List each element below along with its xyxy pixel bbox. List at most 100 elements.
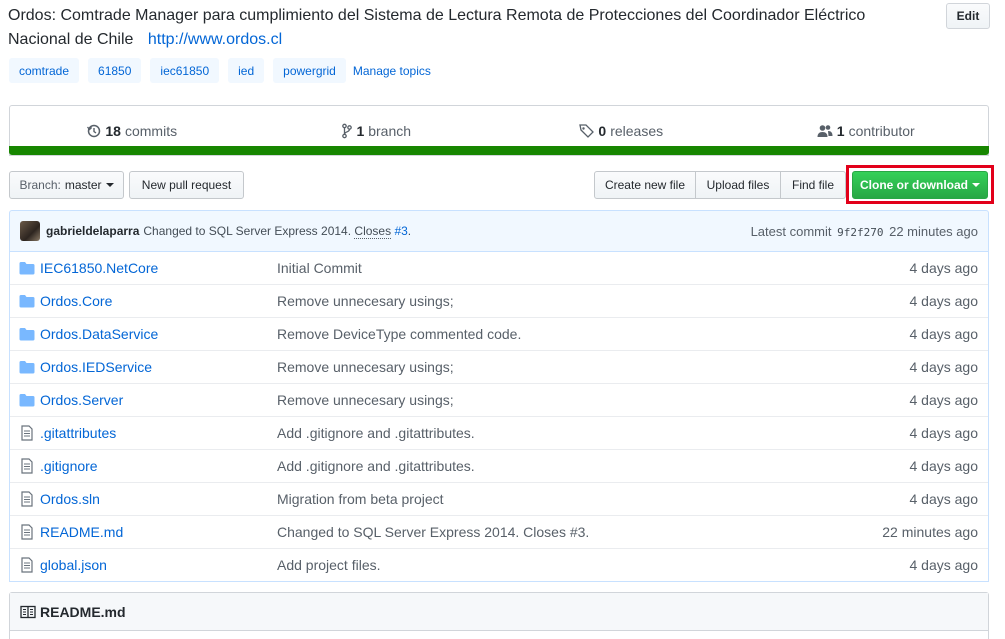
book-icon	[20, 605, 36, 618]
avatar[interactable]	[20, 221, 40, 241]
file-age: 4 days ago	[909, 359, 979, 375]
file-commit-message-link[interactable]: Remove unnecesary usings;	[277, 359, 848, 375]
folder-icon	[10, 327, 40, 341]
file-name-link[interactable]: .gitattributes	[40, 425, 277, 441]
file-row: .gitignore Add .gitignore and .gitattribu…	[10, 449, 988, 482]
create-new-file-button[interactable]: Create new file	[594, 171, 696, 199]
tag-icon	[579, 123, 595, 138]
people-icon	[817, 124, 833, 137]
latest-commit-bar: gabrieldelaparra Changed to SQL Server E…	[9, 210, 989, 252]
file-commit-message-link[interactable]: Remove DeviceType commented code.	[277, 326, 848, 342]
folder-icon	[10, 360, 40, 374]
latest-commit-prefix: Latest commit	[750, 223, 832, 239]
topic-tag[interactable]: ied	[228, 58, 265, 83]
topic-tag[interactable]: comtrade	[9, 58, 80, 83]
file-age: 4 days ago	[909, 458, 979, 474]
file-commit-message-link[interactable]: Migration from beta project	[277, 491, 848, 507]
file-name-link[interactable]: Ordos.Core	[40, 293, 277, 309]
file-age: 4 days ago	[909, 557, 979, 573]
edit-description-button[interactable]: Edit	[946, 3, 990, 29]
file-name-link[interactable]: Ordos.IEDService	[40, 359, 277, 375]
language-bar[interactable]	[9, 146, 989, 155]
contributor-count: 1	[836, 122, 845, 139]
file-name-link[interactable]: global.json	[40, 557, 277, 573]
latest-commit-info: Latest commit 9f2f270 22 minutes ago	[751, 224, 978, 239]
commit-issue-link[interactable]: #3	[394, 224, 407, 238]
readme-title[interactable]: README.md	[40, 604, 126, 620]
file-name-link[interactable]: Ordos.sln	[40, 491, 277, 507]
file-commit-message-link[interactable]: Add project files.	[277, 557, 848, 573]
topic-tag[interactable]: iec61850	[150, 58, 220, 83]
history-icon	[87, 124, 101, 137]
file-commit-message-link[interactable]: Remove unnecesary usings;	[277, 392, 848, 408]
folder-icon	[10, 294, 40, 308]
commit-author-link[interactable]: gabrieldelaparra	[46, 224, 139, 238]
folder-icon	[10, 261, 40, 275]
file-row: README.md Changed to SQL Server Express 2…	[10, 515, 988, 548]
contributor-label: contributor	[848, 122, 915, 139]
file-row: Ordos.Server Remove unnecesary usings; 4 d…	[10, 383, 988, 416]
file-age: 4 days ago	[909, 425, 979, 441]
readme-header: README.md	[10, 593, 988, 631]
file-icon	[10, 557, 40, 573]
topic-tag[interactable]: powergrid	[273, 58, 346, 83]
file-commit-message-link[interactable]: Add .gitignore and .gitattributes.	[277, 425, 848, 441]
branch-select-button[interactable]: Branch: master	[9, 171, 124, 199]
readme-panel: README.md	[9, 592, 989, 639]
file-name-link[interactable]: IEC61850.NetCore	[40, 260, 277, 276]
file-age: 4 days ago	[909, 392, 979, 408]
file-name-link[interactable]: .gitignore	[40, 458, 277, 474]
file-age: 22 minutes ago	[882, 524, 978, 540]
find-file-button[interactable]: Find file	[780, 171, 846, 199]
file-row: Ordos.Core Remove unnecesary usings; 4 day…	[10, 284, 988, 317]
commit-message[interactable]: Changed to SQL Server Express 2014. Clos…	[143, 224, 411, 239]
branch-name: master	[64, 178, 102, 192]
manage-topics-link[interactable]: Manage topics	[353, 64, 431, 78]
new-pull-request-button[interactable]: New pull request	[129, 171, 244, 199]
file-name-link[interactable]: Ordos.Server	[40, 392, 277, 408]
branch-count: 1	[356, 122, 365, 139]
branch-label: branch	[368, 122, 412, 139]
file-commit-message-link[interactable]: Remove unnecesary usings;	[277, 293, 848, 309]
clone-or-download-button[interactable]: Clone or download	[852, 171, 988, 199]
commit-sha-link[interactable]: 9f2f270	[837, 226, 883, 239]
repo-description: Ordos: Comtrade Manager para cumplimient…	[8, 4, 908, 52]
file-age: 4 days ago	[909, 326, 979, 342]
repo-description-text: Ordos: Comtrade Manager para cumplimient…	[8, 7, 866, 48]
latest-commit-age: 22 minutes ago	[889, 223, 978, 239]
file-list: IEC61850.NetCore Initial Commit 4 days ago…	[9, 251, 989, 582]
file-commit-message-link[interactable]: Add .gitignore and .gitattributes.	[277, 458, 848, 474]
clone-button-label: Clone or download	[860, 178, 968, 192]
file-icon	[10, 524, 40, 540]
file-age: 4 days ago	[909, 491, 979, 507]
git-branch-icon	[342, 123, 353, 138]
file-icon	[10, 458, 40, 474]
file-age: 4 days ago	[909, 293, 979, 309]
file-row: global.json Add project files. 4 days ago	[10, 548, 988, 581]
commit-closes-keyword: Closes	[354, 224, 392, 239]
file-name-link[interactable]: README.md	[40, 524, 277, 540]
upload-files-button[interactable]: Upload files	[695, 171, 781, 199]
file-age: 4 days ago	[909, 259, 979, 276]
commits-count: 18	[105, 122, 121, 139]
commit-message-text: Changed to SQL Server Express 2014.	[143, 224, 352, 238]
branch-prefix-label: Branch:	[19, 178, 61, 192]
file-commit-message-link[interactable]: Changed to SQL Server Express 2014. Clos…	[277, 524, 848, 540]
file-row: .gitattributes Add .gitignore and .gitatt…	[10, 416, 988, 449]
file-row: Ordos.sln Migration from beta project 4 da…	[10, 482, 988, 515]
folder-icon	[10, 393, 40, 407]
file-icon	[10, 491, 40, 507]
commits-label: commits	[124, 122, 178, 139]
releases-count: 0	[598, 122, 607, 139]
topics-list: comtrade 61850 iec61850 ied powergrid Ma…	[9, 58, 431, 83]
topic-tag[interactable]: 61850	[88, 58, 142, 83]
repo-homepage-link[interactable]: http://www.ordos.cl	[148, 31, 282, 48]
file-icon	[10, 425, 40, 441]
file-row: IEC61850.NetCore Initial Commit 4 days ago	[10, 251, 988, 284]
releases-label: releases	[610, 122, 664, 139]
file-row: Ordos.DataService Remove DeviceType comme…	[10, 317, 988, 350]
file-row: Ordos.IEDService Remove unnecesary usings…	[10, 350, 988, 383]
file-name-link[interactable]: Ordos.DataService	[40, 326, 277, 342]
chevron-down-icon	[972, 183, 980, 187]
file-commit-message-link[interactable]: Initial Commit	[277, 260, 848, 276]
